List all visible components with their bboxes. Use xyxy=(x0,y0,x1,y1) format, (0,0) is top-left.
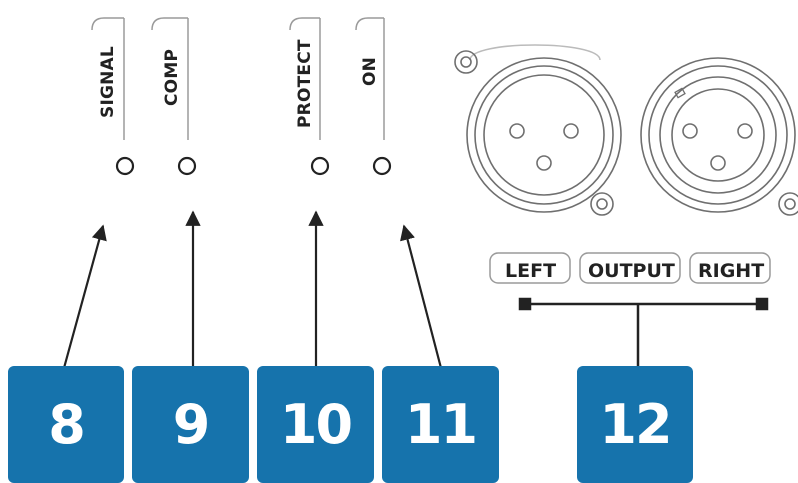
label-frames xyxy=(91,17,385,140)
on-label: ON xyxy=(360,57,380,86)
output-bracket xyxy=(518,297,769,368)
protect-label: PROTECT xyxy=(295,39,315,128)
callout-8: 8 xyxy=(8,366,124,483)
callout-12: 12 xyxy=(577,366,693,483)
leader-line-11 xyxy=(400,224,443,369)
on-led xyxy=(372,156,392,176)
leader-line-8 xyxy=(62,224,107,369)
callout-9: 9 xyxy=(132,366,249,483)
signal-led xyxy=(115,156,135,176)
callout-10: 10 xyxy=(257,366,374,483)
left-label: LEFT xyxy=(505,260,556,282)
comp-label: COMP xyxy=(162,49,182,106)
comp-led xyxy=(177,156,197,176)
protect-led xyxy=(310,156,330,176)
callout-11: 11 xyxy=(382,366,499,483)
left-xlr-connector xyxy=(454,44,622,216)
signal-label: SIGNAL xyxy=(98,46,118,118)
right-label: RIGHT xyxy=(698,260,764,282)
right-xlr-connector xyxy=(640,57,798,216)
rear-panel-diagram: SIGNAL COMP PROTECT ON LEFT OUTPUT RIGHT… xyxy=(0,0,798,483)
output-label: OUTPUT xyxy=(588,260,675,282)
